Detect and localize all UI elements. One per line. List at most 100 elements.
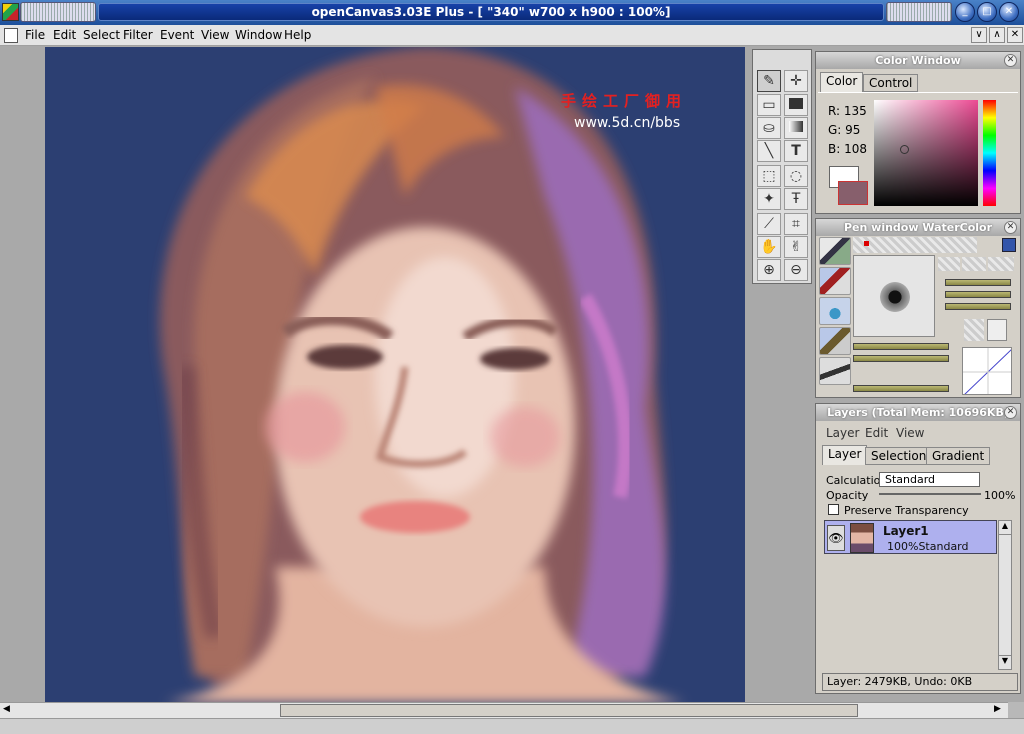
- layers-menu-edit[interactable]: Edit: [865, 426, 888, 440]
- tab-gradient[interactable]: Gradient: [926, 447, 991, 465]
- menu-help[interactable]: Help: [284, 28, 311, 42]
- tab-layer[interactable]: Layer: [822, 445, 868, 465]
- menu-select[interactable]: Select: [83, 28, 120, 42]
- color-window-close-icon[interactable]: ✕: [1004, 54, 1017, 67]
- color-picker-cursor[interactable]: [900, 145, 909, 154]
- foreground-color-swatch[interactable]: [838, 181, 868, 205]
- menu-view[interactable]: View: [201, 28, 229, 42]
- opacity-label: Opacity: [826, 489, 869, 502]
- opacity-slider[interactable]: [879, 493, 981, 495]
- texture-grid-button[interactable]: [964, 319, 984, 341]
- marquee-tool-icon[interactable]: ⬚: [757, 165, 781, 187]
- pencil-brush-icon[interactable]: [819, 237, 851, 265]
- airbrush-icon[interactable]: [819, 357, 851, 385]
- layers-window: Layers (Total Mem: 10696KB) ✕ Layer Edit…: [815, 403, 1021, 694]
- text-select-tool-icon[interactable]: Ŧ: [784, 188, 808, 210]
- color-window: Color Window ✕ Color Control R: 135 G: 9…: [815, 51, 1021, 214]
- pen-slider-2[interactable]: [945, 291, 1011, 298]
- menu-event[interactable]: Event: [160, 28, 194, 42]
- document-icon[interactable]: [4, 28, 18, 43]
- select-rect-tool-icon[interactable]: ▭: [757, 94, 781, 116]
- hue-slider[interactable]: [983, 100, 996, 206]
- horizontal-scrollbar[interactable]: ◀ ▶: [0, 702, 1008, 718]
- brush-preview: [853, 255, 935, 337]
- bucket-tool-icon[interactable]: ⛀: [757, 117, 781, 139]
- crop-tool-icon[interactable]: ⌗: [784, 213, 808, 235]
- eyedropper-tool-icon[interactable]: ⟋: [757, 213, 781, 235]
- layers-scrollbar[interactable]: ▲ ▼: [998, 520, 1012, 670]
- pen-slider-6[interactable]: [853, 385, 949, 392]
- pen-slider-4[interactable]: [853, 343, 949, 350]
- zoom-out-tool-icon[interactable]: ⊖: [784, 259, 808, 281]
- move-tool-icon[interactable]: ✛: [784, 70, 808, 92]
- brush-shape-round[interactable]: [938, 257, 960, 271]
- mdi-minimize-button[interactable]: ∨: [971, 27, 987, 43]
- layer-row[interactable]: 👁 Layer1 100%Standard: [824, 520, 997, 554]
- calculation-select[interactable]: Standard: [879, 472, 980, 487]
- watermark-chinese: 手绘工厂御用: [561, 92, 688, 110]
- tab-color[interactable]: Color: [820, 72, 864, 92]
- mdi-restore-button[interactable]: ∧: [989, 27, 1005, 43]
- app-icon[interactable]: [2, 3, 19, 21]
- layers-status: Layer: 2479KB, Undo: 0KB: [822, 673, 1018, 691]
- layer-thumbnail: [850, 523, 874, 553]
- paintbrush-icon[interactable]: [819, 327, 851, 355]
- preserve-transparency-checkbox[interactable]: [828, 504, 839, 515]
- scroll-left-icon[interactable]: ◀: [3, 704, 10, 714]
- brush-size-ruler[interactable]: [853, 237, 977, 253]
- close-button[interactable]: ✕: [999, 2, 1019, 22]
- brush-tip-preview: [880, 282, 910, 312]
- color-window-title[interactable]: Color Window: [816, 52, 1020, 69]
- menu-filter[interactable]: Filter: [123, 28, 153, 42]
- magic-wand-tool-icon[interactable]: ✦: [757, 188, 781, 210]
- title-grip-right: [886, 2, 952, 22]
- pen-slider-3[interactable]: [945, 303, 1011, 310]
- save-brush-icon[interactable]: [1002, 238, 1016, 252]
- fill-rect-tool-icon[interactable]: [784, 94, 808, 116]
- layer-info: 100%Standard: [887, 540, 969, 553]
- pen-slider-5[interactable]: [853, 355, 949, 362]
- brush-shape-flat[interactable]: [988, 257, 1014, 271]
- layers-window-title[interactable]: Layers (Total Mem: 10696KB): [816, 404, 1020, 421]
- pressure-curve[interactable]: [962, 347, 1012, 395]
- zoom-in-tool-icon[interactable]: ⊕: [757, 259, 781, 281]
- tab-selection[interactable]: Selection: [865, 447, 933, 465]
- line-tool-icon[interactable]: ╲: [757, 140, 781, 162]
- menu-edit[interactable]: Edit: [53, 28, 76, 42]
- opacity-value: 100%: [984, 489, 1016, 502]
- pen-window-close-icon[interactable]: ✕: [1004, 221, 1017, 234]
- menu-window[interactable]: Window: [235, 28, 282, 42]
- texture-blank-button[interactable]: [987, 319, 1007, 341]
- menu-bar: File Edit Select Filter Event View Windo…: [0, 25, 1024, 46]
- drawing-canvas[interactable]: 手绘工厂御用 www.5d.cn/bbs: [45, 47, 745, 703]
- gradient-tool-icon[interactable]: [784, 117, 808, 139]
- scroll-right-icon[interactable]: ▶: [994, 704, 1001, 714]
- portrait-painting: [45, 47, 745, 703]
- maximize-button[interactable]: □: [977, 2, 997, 22]
- scroll-up-icon[interactable]: ▲: [999, 521, 1011, 535]
- tab-control[interactable]: Control: [863, 74, 919, 92]
- layers-menu-layer[interactable]: Layer: [826, 426, 859, 440]
- watercolor-brush-icon[interactable]: [819, 297, 851, 325]
- pen-slider-1[interactable]: [945, 279, 1011, 286]
- horizontal-scroll-thumb[interactable]: [280, 704, 858, 717]
- pen-window: Pen window WaterColor ✕: [815, 218, 1021, 398]
- mdi-close-button[interactable]: ✕: [1007, 27, 1023, 43]
- rotate-hand-tool-icon[interactable]: ✌: [784, 236, 808, 258]
- minimize-button[interactable]: _: [955, 2, 975, 22]
- layers-menu-view[interactable]: View: [896, 426, 924, 440]
- menu-file[interactable]: File: [25, 28, 45, 42]
- saturation-value-picker[interactable]: [874, 100, 978, 206]
- hand-tool-icon[interactable]: ✋: [757, 236, 781, 258]
- pen-tool-icon[interactable]: ✎: [757, 70, 781, 92]
- pen-window-title[interactable]: Pen window WaterColor: [816, 219, 1020, 236]
- marker-brush-icon[interactable]: [819, 267, 851, 295]
- text-tool-icon[interactable]: T: [784, 140, 808, 162]
- eye-visibility-icon[interactable]: 👁: [827, 525, 845, 551]
- brush-shape-multi[interactable]: [962, 257, 986, 271]
- scroll-down-icon[interactable]: ▼: [999, 655, 1011, 669]
- lasso-tool-icon[interactable]: ◌: [784, 165, 808, 187]
- status-bar: [0, 718, 1024, 734]
- toolbox-panel: ✎ ✛ ▭ ⛀ ╲ T ⬚ ◌ ✦ Ŧ ⟋ ⌗ ✋ ✌ ⊕ ⊖: [752, 49, 812, 284]
- layers-window-close-icon[interactable]: ✕: [1004, 406, 1017, 419]
